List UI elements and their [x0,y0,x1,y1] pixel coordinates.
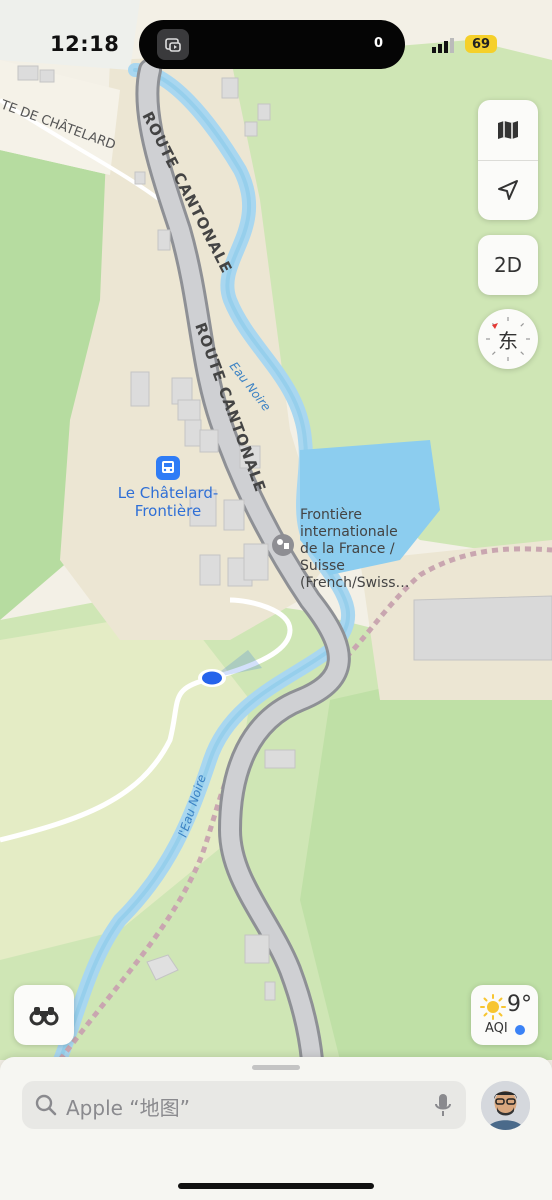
binoculars-icon [29,1007,59,1026]
map-icon [498,121,518,139]
border-label-line4: Suisse [300,558,345,574]
map-canvas[interactable]: ROUTE CANTONALE ROUTE CANTONALE TE DE CH… [0,0,552,1200]
signal-icon [432,38,454,53]
locate-button[interactable] [478,160,538,220]
border-label-line2: internationale [300,524,398,540]
border-label-line5: (French/Swiss… [300,575,410,591]
status-bar: 12:18 0 69 [0,0,552,80]
microphone-icon[interactable] [434,1093,452,1119]
aqi-indicator [515,1025,525,1035]
search-bar[interactable]: Apple “地图” [22,1081,466,1129]
status-time: 12:18 [50,32,120,56]
search-input[interactable]: Apple “地图” [66,1092,190,1121]
location-arrow-icon [498,180,518,200]
compass-heading: 东 [498,328,518,353]
look-around-button[interactable] [14,985,74,1045]
weather-temperature: 9° [507,992,532,1017]
sun-icon [480,994,506,1020]
station-label-line2: Frontière [135,502,201,520]
screen-mirror-icon [157,29,189,60]
avatar[interactable] [481,1081,530,1130]
aqi-label: AQI [485,1021,508,1036]
map-controls [478,100,538,220]
compass-button[interactable]: 东 [478,309,538,369]
home-indicator [178,1183,374,1189]
border-label-line3: de la France / [300,541,395,557]
border-label-line1: Frontière [300,507,362,523]
location-dot [202,671,222,685]
view-toggle-2d-button[interactable]: 2D [478,235,538,295]
battery-indicator: 69 [465,35,497,53]
sheet-grabber[interactable] [252,1065,300,1070]
memoji-avatar-icon [481,1081,530,1130]
map-mode-button[interactable] [478,100,538,160]
dynamic-island[interactable]: 0 [139,20,405,69]
search-icon [35,1094,57,1116]
weather-widget[interactable]: 9° AQI [471,985,538,1045]
station-label-line1: Le Châtelard- [118,484,219,502]
island-count: 0 [373,36,383,51]
border-crossing-icon [272,534,294,556]
bottom-sheet[interactable]: Apple “地图” [0,1057,552,1200]
